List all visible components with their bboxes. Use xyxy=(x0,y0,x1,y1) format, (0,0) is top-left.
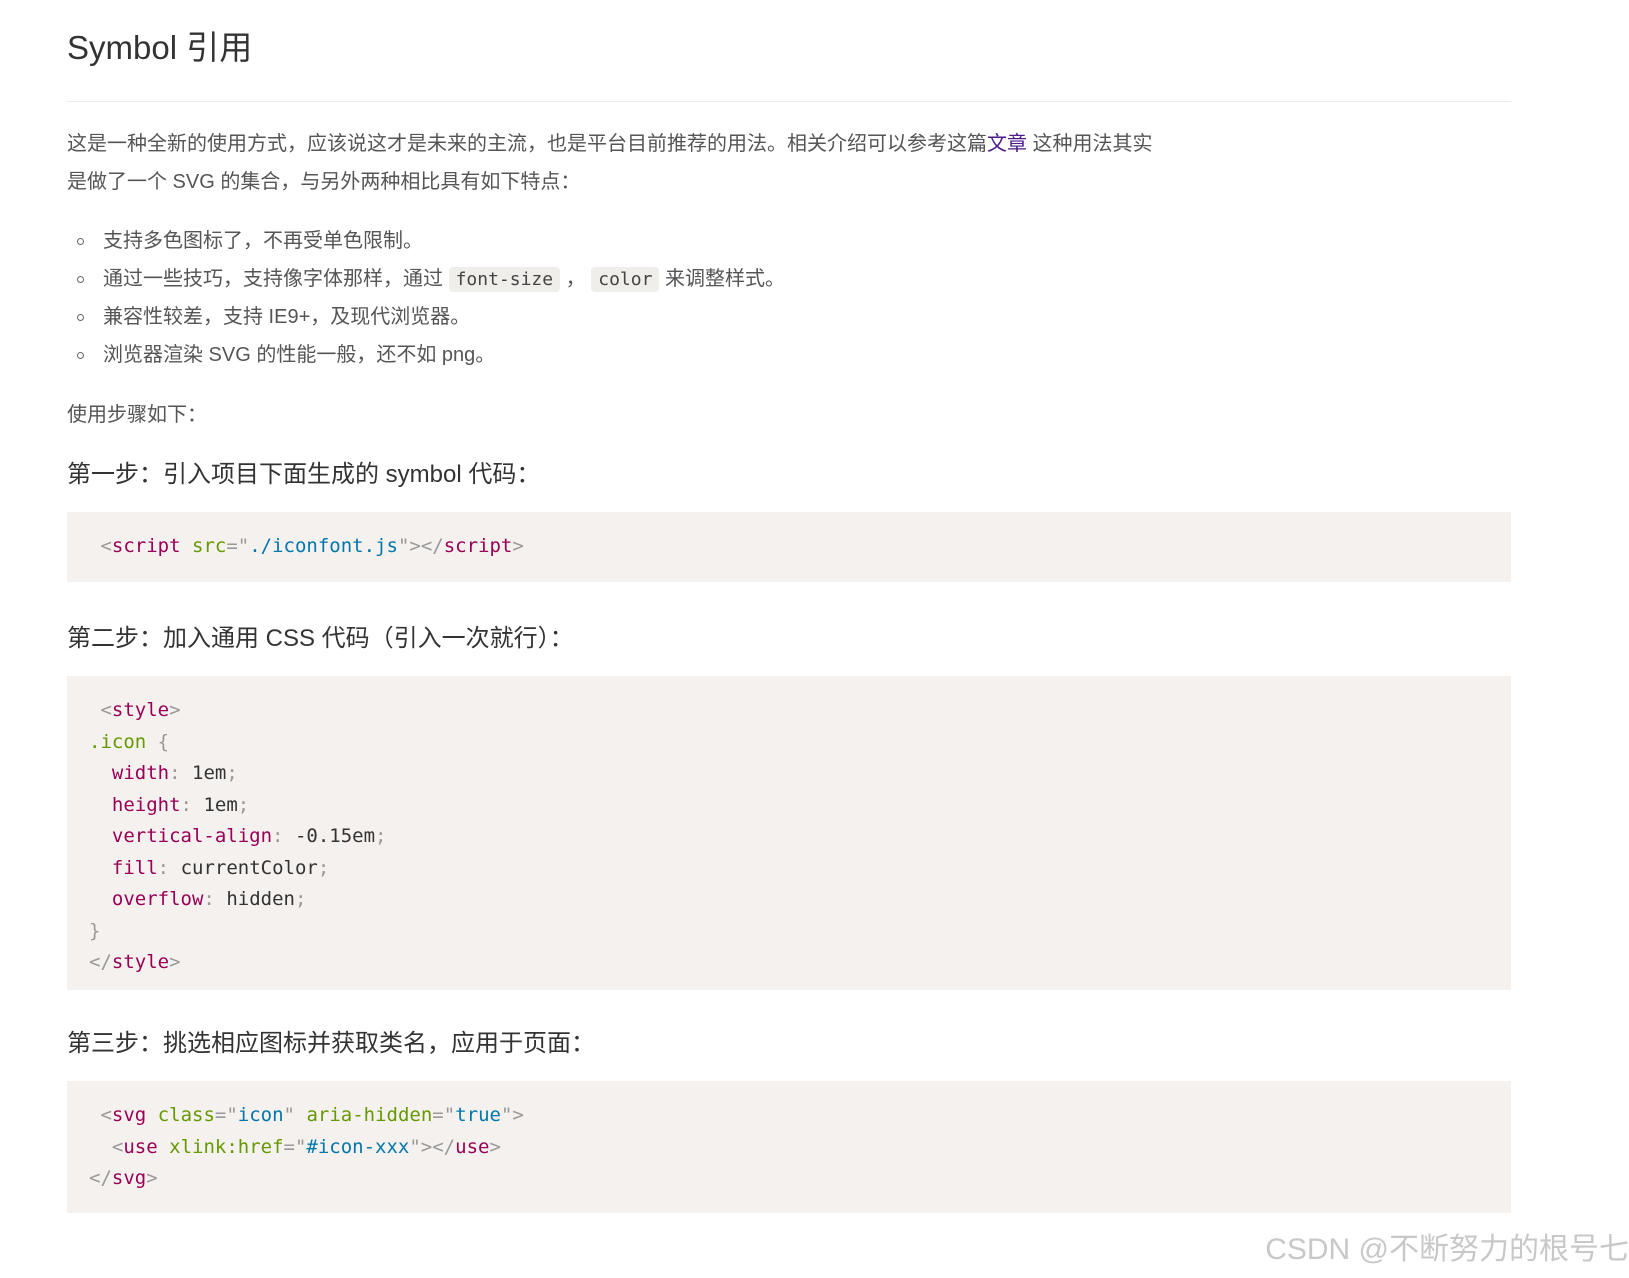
list-item: 浏览器渲染 SVG 的性能一般，还不如 png。 xyxy=(67,336,785,374)
list-item: 通过一些技巧，支持像字体那样，通过 font-size ， color 来调整样… xyxy=(67,260,785,298)
code-line: <use xlink:href="#icon-xxx"></use> xyxy=(111,1135,501,1158)
code-line: fill: currentColor; xyxy=(111,856,330,879)
inline-code-font-size: font-size xyxy=(448,267,561,292)
code-line: overflow: hidden; xyxy=(111,888,307,910)
feature-list: 支持多色图标了，不再受单色限制。 通过一些技巧，支持像字体那样，通过 font-… xyxy=(67,222,785,374)
list-item: 兼容性较差，支持 IE9+，及现代浏览器。 xyxy=(67,298,785,336)
code-line: } xyxy=(89,919,101,942)
code-line: <style> xyxy=(100,699,181,721)
bullet-icon xyxy=(77,314,84,321)
code-line: .icon { xyxy=(89,730,170,753)
code-line: vertical-align: -0.15em; xyxy=(111,825,387,847)
intro-paragraph: 这是一种全新的使用方式，应该说这才是未来的主流，也是平台目前推荐的用法。相关介绍… xyxy=(67,125,1217,201)
step-1-heading: 第一步：引入项目下面生成的 symbol 代码： xyxy=(67,461,541,488)
article-link[interactable]: 文章 xyxy=(987,133,1027,155)
code-block-step-3: <svg class="icon" aria-hidden="true"> <u… xyxy=(67,1081,1511,1213)
usage-label: 使用步骤如下： xyxy=(67,404,207,426)
page-title: Symbol 引用 xyxy=(67,29,253,66)
bullet-icon xyxy=(77,276,84,283)
step-3-heading: 第三步：挑选相应图标并获取类名，应用于页面： xyxy=(67,1030,595,1057)
code-block-step-1: <script src="./iconfont.js"></script> xyxy=(67,512,1511,582)
bullet-icon xyxy=(77,352,84,359)
intro-text-line2: 是做了一个 SVG 的集合，与另外两种相比具有如下特点： xyxy=(67,171,581,193)
code-block-step-2: <style> .icon { width: 1em; height: 1em;… xyxy=(67,676,1511,990)
code-line: <svg class="icon" aria-hidden="true"> xyxy=(100,1104,524,1126)
code-line: </svg> xyxy=(89,1167,158,1189)
intro-text-tail: 这种用法其实 xyxy=(1027,133,1153,155)
inline-code-color: color xyxy=(591,267,660,292)
bullet-icon xyxy=(77,238,84,245)
code-line: </style> xyxy=(89,951,181,973)
list-item: 支持多色图标了，不再受单色限制。 xyxy=(67,222,785,260)
code-line: <script src="./iconfont.js"></script> xyxy=(100,535,524,557)
intro-text: 这是一种全新的使用方式，应该说这才是未来的主流，也是平台目前推荐的用法。相关介绍… xyxy=(67,133,987,155)
code-line: height: 1em; xyxy=(111,793,250,816)
title-divider xyxy=(67,101,1511,102)
step-2-heading: 第二步：加入通用 CSS 代码（引入一次就行）： xyxy=(67,625,574,652)
code-line: width: 1em; xyxy=(111,762,238,784)
csdn-watermark: CSDN @不断努力的根号七 xyxy=(1265,1233,1629,1266)
